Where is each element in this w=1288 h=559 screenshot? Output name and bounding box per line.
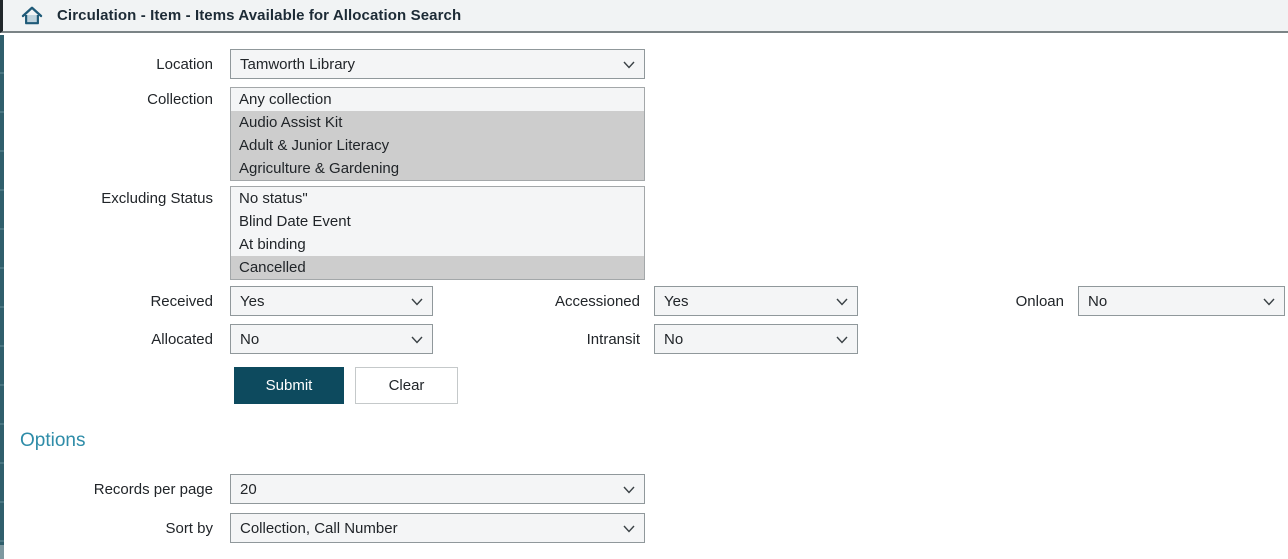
sort-by-label: Sort by bbox=[165, 519, 213, 537]
collection-listbox[interactable]: Any collection Audio Assist Kit Adult & … bbox=[230, 87, 645, 181]
list-option[interactable]: Blind Date Event bbox=[231, 210, 644, 233]
sort-by-value: Collection, Call Number bbox=[240, 519, 398, 537]
chevron-down-icon bbox=[623, 486, 635, 494]
collection-row: Collection Any collection Audio Assist K… bbox=[4, 87, 1288, 181]
onloan-value: No bbox=[1088, 292, 1108, 310]
location-select[interactable]: Tamworth Library bbox=[230, 49, 645, 79]
home-icon[interactable] bbox=[20, 6, 44, 26]
intransit-select[interactable]: No bbox=[654, 324, 858, 354]
records-per-page-select[interactable]: 20 bbox=[230, 474, 645, 504]
location-value: Tamworth Library bbox=[240, 55, 356, 73]
excluding-status-label: Excluding Status bbox=[101, 190, 213, 207]
records-per-page-value: 20 bbox=[240, 480, 257, 498]
received-select[interactable]: Yes bbox=[230, 286, 433, 316]
chevron-down-icon bbox=[623, 61, 635, 69]
chevron-down-icon bbox=[836, 336, 848, 344]
records-per-page-row: Records per page 20 bbox=[4, 474, 1288, 504]
onloan-label: Onloan bbox=[1015, 292, 1064, 310]
chevron-down-icon bbox=[411, 298, 423, 306]
accessioned-value: Yes bbox=[664, 292, 689, 310]
collection-label: Collection bbox=[147, 91, 213, 108]
location-label: Location bbox=[156, 55, 213, 73]
collapsed-sidebar-footer bbox=[0, 545, 4, 559]
submit-button[interactable]: Submit bbox=[234, 367, 344, 404]
sort-by-row: Sort by Collection, Call Number bbox=[4, 513, 1288, 543]
list-option[interactable]: Audio Assist Kit bbox=[231, 111, 644, 134]
excluding-status-listbox[interactable]: No status" Blind Date Event At binding C… bbox=[230, 186, 645, 280]
list-option[interactable]: Adult & Junior Literacy bbox=[231, 134, 644, 157]
allocated-row: Allocated No Intransit No bbox=[4, 324, 1288, 354]
intransit-value: No bbox=[664, 330, 684, 348]
chevron-down-icon bbox=[623, 525, 635, 533]
top-bar: Circulation - Item - Items Available for… bbox=[0, 0, 1288, 33]
location-row: Location Tamworth Library bbox=[4, 49, 1288, 79]
chevron-down-icon bbox=[411, 336, 423, 344]
button-row: Submit Clear bbox=[234, 367, 1288, 404]
received-label: Received bbox=[150, 292, 213, 310]
allocated-value: No bbox=[240, 330, 260, 348]
accessioned-label: Accessioned bbox=[554, 292, 640, 310]
received-value: Yes bbox=[240, 292, 265, 310]
sort-by-select[interactable]: Collection, Call Number bbox=[230, 513, 645, 543]
options-heading: Options bbox=[20, 430, 86, 451]
chevron-down-icon bbox=[836, 298, 848, 306]
list-option[interactable]: At binding bbox=[231, 233, 644, 256]
allocated-select[interactable]: No bbox=[230, 324, 433, 354]
search-form: Location Tamworth Library Collection Any… bbox=[0, 49, 1288, 543]
onloan-select[interactable]: No bbox=[1078, 286, 1285, 316]
allocated-label: Allocated bbox=[151, 330, 213, 348]
list-option[interactable]: Cancelled bbox=[231, 256, 644, 279]
excluding-status-row: Excluding Status No status" Blind Date E… bbox=[4, 186, 1288, 280]
received-row: Received Yes Accessioned Yes Onloan No bbox=[4, 286, 1288, 316]
intransit-label: Intransit bbox=[586, 330, 640, 348]
clear-button[interactable]: Clear bbox=[355, 367, 458, 404]
chevron-down-icon bbox=[1263, 298, 1275, 306]
list-option[interactable]: Any collection bbox=[231, 88, 644, 111]
accessioned-select[interactable]: Yes bbox=[654, 286, 858, 316]
page-title: Circulation - Item - Items Available for… bbox=[57, 7, 462, 24]
list-option[interactable]: No status" bbox=[231, 187, 644, 210]
collapsed-sidebar[interactable] bbox=[0, 35, 4, 545]
list-option[interactable]: Agriculture & Gardening bbox=[231, 157, 644, 180]
records-per-page-label: Records per page bbox=[93, 480, 213, 498]
